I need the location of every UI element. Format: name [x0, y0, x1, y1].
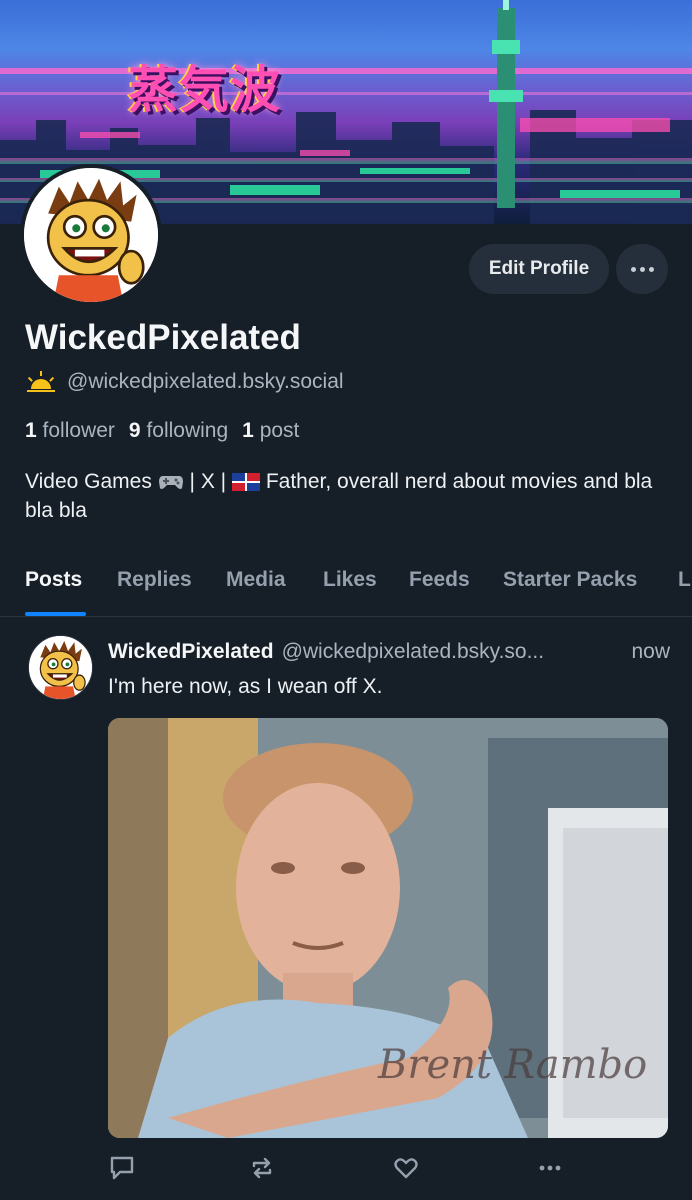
tab-media[interactable]: Media — [226, 568, 286, 592]
tab-feeds[interactable]: Feeds — [409, 568, 470, 592]
edit-profile-button[interactable]: Edit Profile — [469, 244, 609, 294]
profile-bio: Video Games | X | Father, overall nerd a… — [25, 467, 665, 525]
repost-icon[interactable] — [248, 1154, 276, 1182]
posts-count: 1 post — [242, 419, 300, 442]
post-timestamp[interactable]: now — [631, 640, 670, 664]
tab-likes[interactable]: Likes — [323, 568, 377, 592]
profile-handle[interactable]: @wickedpixelated.bsky.social — [67, 370, 344, 394]
tab-replies[interactable]: Replies — [117, 568, 192, 592]
followers-count[interactable]: 1 follower — [25, 419, 115, 443]
bio-text: | X | — [189, 470, 227, 493]
post-actions — [108, 1148, 668, 1188]
sun-icon — [27, 371, 55, 392]
gif-signature: Brent Rambo — [377, 1042, 647, 1088]
handle-row: @wickedpixelated.bsky.social — [25, 370, 344, 394]
display-name: WickedPixelated — [25, 318, 301, 357]
dominican-flag-icon — [231, 473, 260, 491]
profile-stats: 1 follower 9 following 1 post — [25, 419, 299, 443]
more-icon — [630, 266, 636, 272]
active-tab-indicator — [25, 612, 86, 616]
cartoon-avatar-image — [29, 636, 92, 699]
post-text: I'm here now, as I wean off X. — [108, 675, 383, 698]
tab-posts[interactable]: Posts — [25, 568, 82, 592]
more-icon[interactable] — [536, 1154, 564, 1182]
gif-image: Brent Rambo — [108, 718, 668, 1138]
profile-avatar[interactable] — [20, 164, 162, 306]
bio-text: Video Games — [25, 470, 152, 493]
more-options-button[interactable] — [616, 244, 668, 294]
post-gif[interactable]: Brent Rambo — [108, 718, 668, 1138]
following-count[interactable]: 9 following — [129, 419, 228, 443]
tab-lists[interactable]: L — [678, 568, 691, 592]
banner-text: 蒸気波 — [128, 61, 281, 119]
post-author-avatar[interactable] — [28, 635, 93, 700]
more-icon-dot — [648, 266, 654, 272]
post-author-name[interactable]: WickedPixelated — [108, 640, 274, 664]
more-icon-dot — [639, 266, 645, 272]
profile-tabs: Posts Replies Media Likes Feeds Starter … — [0, 555, 692, 617]
controller-icon — [158, 476, 183, 489]
reply-icon[interactable] — [108, 1154, 136, 1182]
tab-starter-packs[interactable]: Starter Packs — [503, 568, 637, 592]
cartoon-avatar-image — [24, 168, 158, 302]
post-author-handle[interactable]: @wickedpixelated.bsky.so... — [282, 640, 545, 664]
like-icon[interactable] — [392, 1154, 420, 1182]
post-header: WickedPixelated @wickedpixelated.bsky.so… — [108, 640, 670, 664]
